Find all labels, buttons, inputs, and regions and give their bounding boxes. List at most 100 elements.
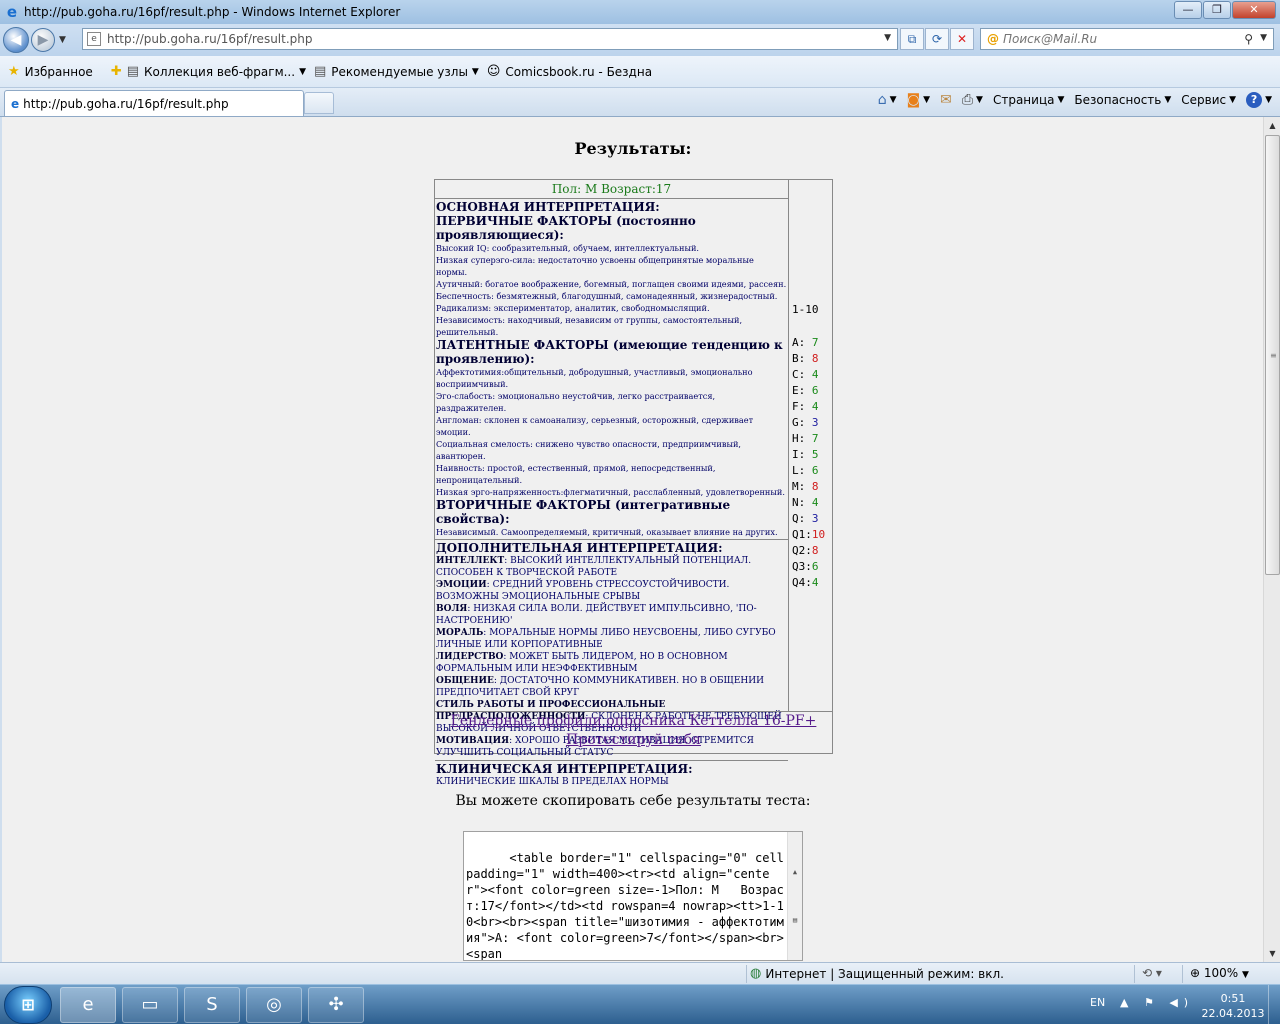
factor-score: H: 7 bbox=[792, 431, 819, 447]
favorites-button[interactable]: ★ Избранное bbox=[8, 64, 93, 79]
factor-name: Q4: bbox=[792, 576, 812, 589]
taskbar-ie-icon[interactable]: e bbox=[60, 987, 116, 1023]
mail-icon: ✉ bbox=[940, 92, 952, 108]
scroll-thumb[interactable]: ≡ bbox=[1265, 135, 1280, 575]
start-button[interactable]: ⊞ bbox=[4, 986, 52, 1024]
tab-label: http://pub.goha.ru/16pf/result.php bbox=[23, 96, 229, 111]
take-test-link[interactable]: Протестируй себя bbox=[435, 731, 832, 750]
factor-name: F: bbox=[792, 400, 806, 413]
scroll-thumb-icon[interactable]: ▤ bbox=[788, 912, 802, 928]
history-dropdown-icon[interactable]: ▼ bbox=[59, 35, 66, 45]
show-desktop-button[interactable] bbox=[1268, 985, 1280, 1024]
favorite-item-label: Коллекция веб-фрагм... bbox=[144, 64, 296, 79]
taskbar: ⊞ e ▭ S ◎ ✣ EN ▲ ⚑ ◀) 0:51 22.04.2013 bbox=[0, 984, 1280, 1024]
scroll-up-icon[interactable]: ▲ bbox=[1264, 117, 1280, 134]
favorite-item-suggested[interactable]: ▤ Рекомендуемые узлы ▼ bbox=[314, 64, 479, 79]
security-zone[interactable]: ◍ Интернет | Защищенный режим: вкл. bbox=[750, 966, 1004, 981]
factor-line: Высокий IQ: сообразительный, обучаем, ин… bbox=[436, 243, 700, 253]
tray-icons[interactable]: ▲ ⚑ ◀) bbox=[1120, 996, 1194, 1009]
feeds-button[interactable]: ◙ ▼ bbox=[907, 92, 931, 108]
print-button[interactable]: ⎙ ▼ bbox=[962, 92, 983, 108]
factor-line: Беспечность: безмятежный, благодушный, с… bbox=[436, 291, 778, 301]
clock[interactable]: 0:51 22.04.2013 bbox=[1198, 991, 1268, 1021]
results-code[interactable]: <table border="1" cellspacing="0" cellpa… bbox=[466, 851, 784, 960]
factor-name: I: bbox=[792, 448, 806, 461]
tools-menu[interactable]: Сервис ▼ bbox=[1181, 93, 1236, 107]
tab-result[interactable]: e http://pub.goha.ru/16pf/result.php bbox=[4, 90, 304, 116]
mailru-search-icon: @ bbox=[987, 32, 999, 46]
home-icon: ⌂ bbox=[877, 92, 887, 108]
status-bar: ◍ Интернет | Защищенный режим: вкл. ⟲ ▾ … bbox=[0, 962, 1280, 984]
additional-item: ВОЛЯ: НИЗКАЯ СИЛА ВОЛИ. ДЕЙСТВУЕТ ИМПУЛЬ… bbox=[436, 603, 787, 627]
back-button[interactable]: ◀ bbox=[3, 27, 29, 53]
safety-menu[interactable]: Безопасность ▼ bbox=[1074, 93, 1171, 107]
factor-value: 3 bbox=[811, 416, 819, 429]
page-viewport: Результаты: Пол: М Возраст:17 ОСНОВНАЯ И… bbox=[0, 117, 1280, 962]
copy-results-label: Вы можете скопировать себе результаты те… bbox=[455, 793, 811, 809]
zoom-level: 100% bbox=[1203, 966, 1239, 980]
factor-line: Независимый. Самоопределяемый, критичный… bbox=[436, 527, 778, 537]
item-key: ИНТЕЛЛЕКТ bbox=[436, 556, 505, 566]
factor-score: N: 4 bbox=[792, 495, 819, 511]
restore-button[interactable]: ❐ bbox=[1203, 1, 1231, 19]
favorite-item-comicsbook[interactable]: ☺ Comicsbook.ru - Бездна bbox=[487, 64, 652, 79]
taskbar-explorer-icon[interactable]: ▭ bbox=[122, 987, 178, 1023]
factor-score: F: 4 bbox=[792, 399, 819, 415]
textarea-scrollbar[interactable]: ▲ ▤ bbox=[787, 832, 802, 960]
favorite-item-webslices[interactable]: ✚ ▤ Коллекция веб-фрагм... ▼ bbox=[111, 64, 306, 79]
factor-value: 8 bbox=[811, 544, 819, 557]
factor-score: I: 5 bbox=[792, 447, 819, 463]
factor-line: Аффектотимия:общительный, добродушный, у… bbox=[436, 367, 753, 389]
search-dropdown-icon[interactable]: ▼ bbox=[1260, 33, 1267, 43]
compatibility-view-icon[interactable]: ⧉ bbox=[900, 28, 924, 50]
protected-mode-icon[interactable]: ⟲ ▾ bbox=[1142, 966, 1162, 980]
factor-name: Q: bbox=[792, 512, 806, 525]
home-button[interactable]: ⌂ ▼ bbox=[878, 92, 897, 108]
forward-button[interactable]: ▶ bbox=[31, 28, 55, 52]
taskbar-skype-icon[interactable]: S bbox=[184, 987, 240, 1023]
rss-icon: ◙ bbox=[906, 92, 921, 108]
mail-button[interactable]: ✉ bbox=[940, 92, 952, 108]
taskbar-starcraft-icon[interactable]: ✣ bbox=[308, 987, 364, 1023]
search-icon[interactable]: ⚲ bbox=[1244, 32, 1253, 46]
scroll-up-icon[interactable]: ▲ bbox=[788, 864, 802, 880]
ie-page-icon: e bbox=[11, 96, 20, 111]
address-bar[interactable]: e http://pub.goha.ru/16pf/result.php ▼ bbox=[82, 28, 898, 50]
section-heading: КЛИНИЧЕСКАЯ ИНТЕРПРЕТАЦИЯ: bbox=[436, 762, 693, 776]
close-button[interactable]: ✕ bbox=[1232, 1, 1276, 19]
language-indicator[interactable]: EN bbox=[1090, 996, 1105, 1009]
factor-score: Q: 3 bbox=[792, 511, 819, 527]
new-tab-button[interactable] bbox=[304, 92, 334, 114]
stop-icon[interactable]: ✕ bbox=[950, 28, 974, 50]
page-scrollbar[interactable]: ▲ ≡ ▼ bbox=[1263, 117, 1280, 962]
item-key: ЭМОЦИИ bbox=[436, 580, 487, 590]
section-heading: ПЕРВИЧНЫЕ ФАКТОРЫ (постоянно проявляющие… bbox=[436, 214, 696, 242]
window-title: http://pub.goha.ru/16pf/result.php - Win… bbox=[24, 5, 401, 19]
taskbar-steam-icon[interactable]: ◎ bbox=[246, 987, 302, 1023]
address-buttons: ⧉ ⟳ ✕ bbox=[900, 28, 975, 50]
gender-profiles-link[interactable]: Гендерные профили опросника Кеттелла 16-… bbox=[435, 712, 832, 731]
results-code-textarea[interactable]: <table border="1" cellspacing="0" cellpa… bbox=[463, 831, 803, 961]
help-button[interactable]: ? ▼ bbox=[1246, 92, 1272, 108]
factor-score: Q4:4 bbox=[792, 575, 819, 591]
ie-icon: e bbox=[6, 3, 18, 21]
page-menu[interactable]: Страница ▼ bbox=[993, 93, 1064, 107]
factor-name: L: bbox=[792, 464, 806, 477]
chevron-down-icon: ▼ bbox=[1242, 970, 1249, 980]
factor-score: M: 8 bbox=[792, 479, 819, 495]
factor-value: 6 bbox=[811, 464, 819, 477]
scroll-down-icon[interactable]: ▼ bbox=[1264, 945, 1280, 962]
search-box[interactable]: @ ⚲ ▼ bbox=[980, 28, 1274, 50]
minimize-button[interactable]: — bbox=[1174, 1, 1202, 19]
address-url[interactable]: http://pub.goha.ru/16pf/result.php bbox=[107, 32, 313, 46]
section-heading: ЛАТЕНТНЫЕ ФАКТОРЫ (имеющие тенденцию к п… bbox=[436, 338, 783, 366]
zoom-icon: ⊕ bbox=[1190, 966, 1201, 980]
zoom-control[interactable]: ⊕ 100% ▼ bbox=[1190, 966, 1249, 980]
refresh-icon[interactable]: ⟳ bbox=[925, 28, 949, 50]
grip-icon: ≡ bbox=[1270, 351, 1277, 360]
section-heading: ВТОРИЧНЫЕ ФАКТОРЫ (интегративные свойств… bbox=[436, 498, 731, 526]
search-input[interactable] bbox=[1003, 32, 1233, 46]
address-dropdown-icon[interactable]: ▼ bbox=[884, 33, 891, 43]
factor-score: Q3:6 bbox=[792, 559, 819, 575]
clinical-interpretation: КЛИНИЧЕСКАЯ ИНТЕРПРЕТАЦИЯ: КЛИНИЧЕСКИЕ Ш… bbox=[435, 761, 788, 789]
